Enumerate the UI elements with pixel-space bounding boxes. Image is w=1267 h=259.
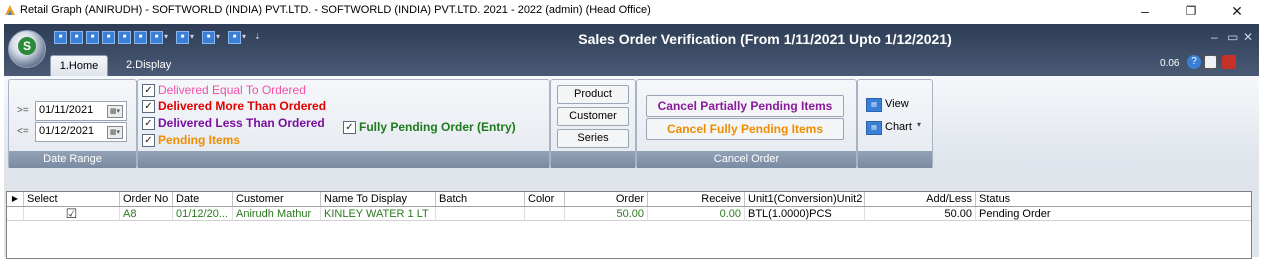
- col-order[interactable]: Order: [565, 192, 648, 206]
- cell-color: [525, 207, 565, 221]
- customer-button[interactable]: Customer: [557, 107, 629, 126]
- chart-button[interactable]: Chart: [885, 121, 912, 133]
- col-receive[interactable]: Receive: [648, 192, 745, 206]
- filter-pending-checkbox[interactable]: ✓: [142, 134, 155, 147]
- app-icon: [5, 5, 15, 15]
- col-date[interactable]: Date: [173, 192, 233, 206]
- qat-user-icon[interactable]: ■: [228, 31, 241, 44]
- cell-batch: [436, 207, 525, 221]
- maximize-button[interactable]: ❐: [1168, 0, 1214, 22]
- exit-icon[interactable]: [1222, 55, 1236, 69]
- qat-edit-icon[interactable]: ■: [70, 31, 83, 44]
- chart-icon[interactable]: ▤: [866, 121, 882, 135]
- app-close-button[interactable]: ✕: [1243, 30, 1253, 44]
- app-title: Sales Order Verification (From 1/11/2021…: [578, 31, 952, 47]
- orders-grid[interactable]: ▶ Select Order No Date Customer Name To …: [6, 191, 1252, 259]
- view-icon[interactable]: ▤: [866, 98, 882, 112]
- calendar-dropdown-icon[interactable]: ▦▾: [107, 126, 123, 139]
- app-restore-button[interactable]: ▭: [1227, 30, 1238, 44]
- logo-icon: S: [18, 37, 36, 55]
- calendar-dropdown-icon[interactable]: ▦▾: [107, 105, 123, 118]
- cancel-order-group-label: Cancel Order: [637, 151, 856, 168]
- qat-user-dropdown-icon[interactable]: ▾: [242, 31, 250, 42]
- document-icon[interactable]: [1204, 55, 1217, 69]
- qat-analysis-icon[interactable]: ■: [176, 31, 189, 44]
- filter-equal-checkbox[interactable]: ✓: [142, 84, 155, 97]
- row-indicator: [7, 207, 24, 221]
- product-button[interactable]: Product: [557, 85, 629, 104]
- cell-customer: Anirudh Mathur: [233, 207, 321, 221]
- col-select[interactable]: Select: [24, 192, 120, 206]
- cell-status: Pending Order: [976, 207, 1251, 221]
- cell-unit: BTL(1.0000)PCS: [745, 207, 865, 221]
- qat-report-dropdown-icon[interactable]: ▾: [164, 31, 172, 42]
- qat-new-icon[interactable]: ■: [54, 31, 67, 44]
- minimize-button[interactable]: –: [1122, 0, 1168, 22]
- qat-analysis-dropdown-icon[interactable]: ▾: [190, 31, 198, 42]
- filter-less-label: Delivered Less Than Ordered: [158, 116, 325, 130]
- filter-more-checkbox[interactable]: ✓: [142, 100, 155, 113]
- filter-equal-label: Delivered Equal To Ordered: [158, 83, 306, 97]
- tab-display[interactable]: 2.Display: [118, 55, 179, 75]
- col-customer[interactable]: Customer: [233, 192, 321, 206]
- fully-pending-checkbox[interactable]: ✓: [343, 121, 356, 134]
- cell-receive: 0.00: [648, 207, 745, 221]
- row-select-checkbox[interactable]: ☑: [24, 207, 120, 221]
- filter-less-checkbox[interactable]: ✓: [142, 117, 155, 130]
- col-color[interactable]: Color: [525, 192, 565, 206]
- cell-name-to-display: KINLEY WATER 1 LT: [321, 207, 436, 221]
- qat-view-icon[interactable]: ■: [86, 31, 99, 44]
- filter-group-label: [138, 151, 549, 168]
- qat-tools-icon[interactable]: ■: [202, 31, 215, 44]
- col-order-no[interactable]: Order No: [120, 192, 173, 206]
- app-menu-orb[interactable]: S: [8, 30, 46, 68]
- col-name-to-display[interactable]: Name To Display: [321, 192, 436, 206]
- row-indicator-icon: ▶: [7, 192, 24, 206]
- cancel-partially-pending-button[interactable]: Cancel Partially Pending Items: [646, 95, 844, 117]
- grid-header-row: ▶ Select Order No Date Customer Name To …: [7, 192, 1251, 207]
- col-status[interactable]: Status: [976, 192, 1251, 206]
- date-range-group-label: Date Range: [9, 151, 136, 168]
- qat-tools-dropdown-icon[interactable]: ▾: [216, 31, 224, 42]
- cell-date: 01/12/20...: [173, 207, 233, 221]
- close-button[interactable]: ✕: [1214, 0, 1260, 22]
- qat-grid-icon[interactable]: ■: [118, 31, 131, 44]
- options-group-label: [551, 151, 635, 168]
- from-date-input[interactable]: 01/11/2021 ▦▾: [35, 101, 127, 121]
- qat-open-icon[interactable]: ■: [134, 31, 147, 44]
- col-add-less[interactable]: Add/Less: [865, 192, 976, 206]
- os-window-title: Retail Graph (ANIRUDH) - SOFTWORLD (INDI…: [20, 4, 651, 16]
- filter-pending-label: Pending Items: [158, 133, 241, 147]
- col-unit[interactable]: Unit1(Conversion)Unit2: [745, 192, 865, 206]
- tab-home[interactable]: 1.Home: [50, 55, 108, 76]
- to-date-value: 01/12/2021: [39, 125, 95, 137]
- series-button[interactable]: Series: [557, 129, 629, 148]
- qat-report-icon[interactable]: ■: [150, 31, 163, 44]
- cancel-fully-pending-button[interactable]: Cancel Fully Pending Items: [646, 118, 844, 140]
- qat-customize-icon[interactable]: ⇣: [254, 31, 262, 42]
- from-date-value: 01/11/2021: [39, 104, 94, 116]
- to-date-input[interactable]: 01/12/2021 ▦▾: [35, 122, 127, 142]
- view-button[interactable]: View: [885, 98, 909, 110]
- fully-pending-label: Fully Pending Order (Entry): [359, 120, 516, 134]
- app-minimize-button[interactable]: –: [1211, 30, 1218, 44]
- qat-list-icon[interactable]: ■: [102, 31, 115, 44]
- to-date-prefix: <=: [17, 126, 29, 137]
- from-date-prefix: >=: [17, 105, 29, 116]
- cell-order-no: A8: [120, 207, 173, 221]
- help-icon[interactable]: ?: [1187, 55, 1201, 69]
- col-batch[interactable]: Batch: [436, 192, 525, 206]
- cell-order: 50.00: [565, 207, 648, 221]
- cell-add-less: 50.00: [865, 207, 976, 221]
- version-label: 0.06: [1160, 58, 1180, 69]
- filter-more-label: Delivered More Than Ordered: [158, 99, 327, 113]
- chart-dropdown-icon[interactable]: ▾: [917, 120, 921, 129]
- view-group-label: [858, 151, 932, 168]
- os-title-bar: Retail Graph (ANIRUDH) - SOFTWORLD (INDI…: [0, 0, 1267, 22]
